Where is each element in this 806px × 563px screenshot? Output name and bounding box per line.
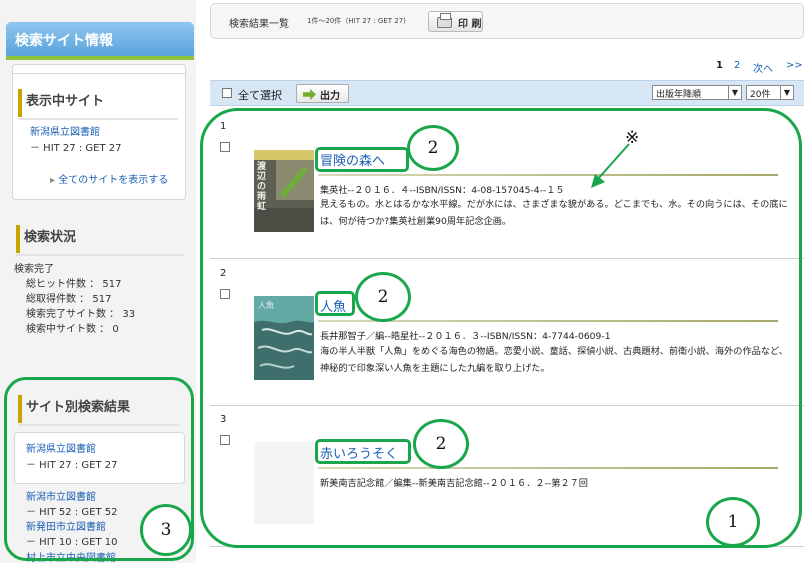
annotation-circle-2a: 2 [407, 125, 459, 171]
annotation-results-outline [200, 108, 802, 548]
export-arrow-icon [303, 89, 316, 100]
status-searching-sites: 検索中サイト数 ： 0 [26, 324, 119, 335]
print-button[interactable]: 印 刷 [428, 11, 483, 32]
current-site-hit: － HIT 27 : GET 27 [30, 143, 122, 154]
printer-icon [437, 13, 452, 28]
output-button-label: 出力 [320, 91, 340, 102]
annotation-circle-3: 3 [140, 504, 192, 556]
search-status: 検索完了 総ヒット件数 ： 517 総取得件数 ： 517 検索完了サイト数 ：… [14, 262, 135, 337]
sort-select[interactable]: 出版年降順 ▼ [652, 85, 742, 100]
sort-select-value: 出版年降順 [656, 90, 702, 100]
annotation-circle-1: 1 [706, 497, 760, 547]
results-count: 1件～20件（HIT 27 : GET 27) [307, 17, 406, 25]
pager-page-2[interactable]: 2 [734, 60, 740, 71]
annotation-title-box-2 [315, 291, 355, 316]
select-all-checkbox[interactable] [222, 88, 232, 98]
sidebar-header: 検索サイト情報 [6, 22, 194, 56]
select-all-label: 全て選択 [238, 89, 282, 102]
chevron-down-icon: ▼ [728, 86, 741, 99]
per-page-select-value: 20件 [750, 90, 771, 100]
pager-current: 1 [716, 60, 723, 71]
status-total-hits: 総ヒット件数 ： 517 [26, 279, 122, 290]
annotation-arrow-icon [591, 143, 630, 188]
print-button-label: 印 刷 [458, 19, 482, 30]
current-sites-panel-top [12, 64, 186, 74]
annotation-title-box-3 [315, 439, 411, 464]
show-all-sites-link[interactable]: 全てのサイトを表示する [50, 171, 168, 186]
status-state: 検索完了 [14, 264, 54, 275]
results-title: 検索結果一覧 [229, 19, 289, 30]
search-status-title: 検索状況 [16, 225, 184, 256]
status-done-sites: 検索完了サイト数 ： 33 [26, 309, 136, 320]
sidebar-header-underline [6, 56, 194, 60]
status-total-get: 総取得件数 ： 517 [26, 294, 112, 305]
pager-last[interactable]: >> [786, 60, 803, 71]
annotation-title-box-1 [315, 147, 409, 172]
current-sites-title: 表示中サイト [18, 89, 178, 120]
pager-next[interactable]: 次へ [753, 60, 773, 75]
annotation-circle-2c: 2 [413, 419, 469, 469]
results-header-bar: 検索結果一覧 1件～20件（HIT 27 : GET 27) 印 刷 [210, 3, 804, 39]
current-site-link[interactable]: 新潟県立図書館 [30, 123, 100, 138]
per-page-select[interactable]: 20件 ▼ [746, 85, 794, 100]
output-button[interactable]: 出力 [296, 84, 349, 103]
annotation-circle-2b: 2 [355, 272, 411, 322]
chevron-down-icon: ▼ [780, 86, 793, 99]
action-bar: 全て選択 出力 出版年降順 ▼ 20件 ▼ [210, 80, 804, 106]
